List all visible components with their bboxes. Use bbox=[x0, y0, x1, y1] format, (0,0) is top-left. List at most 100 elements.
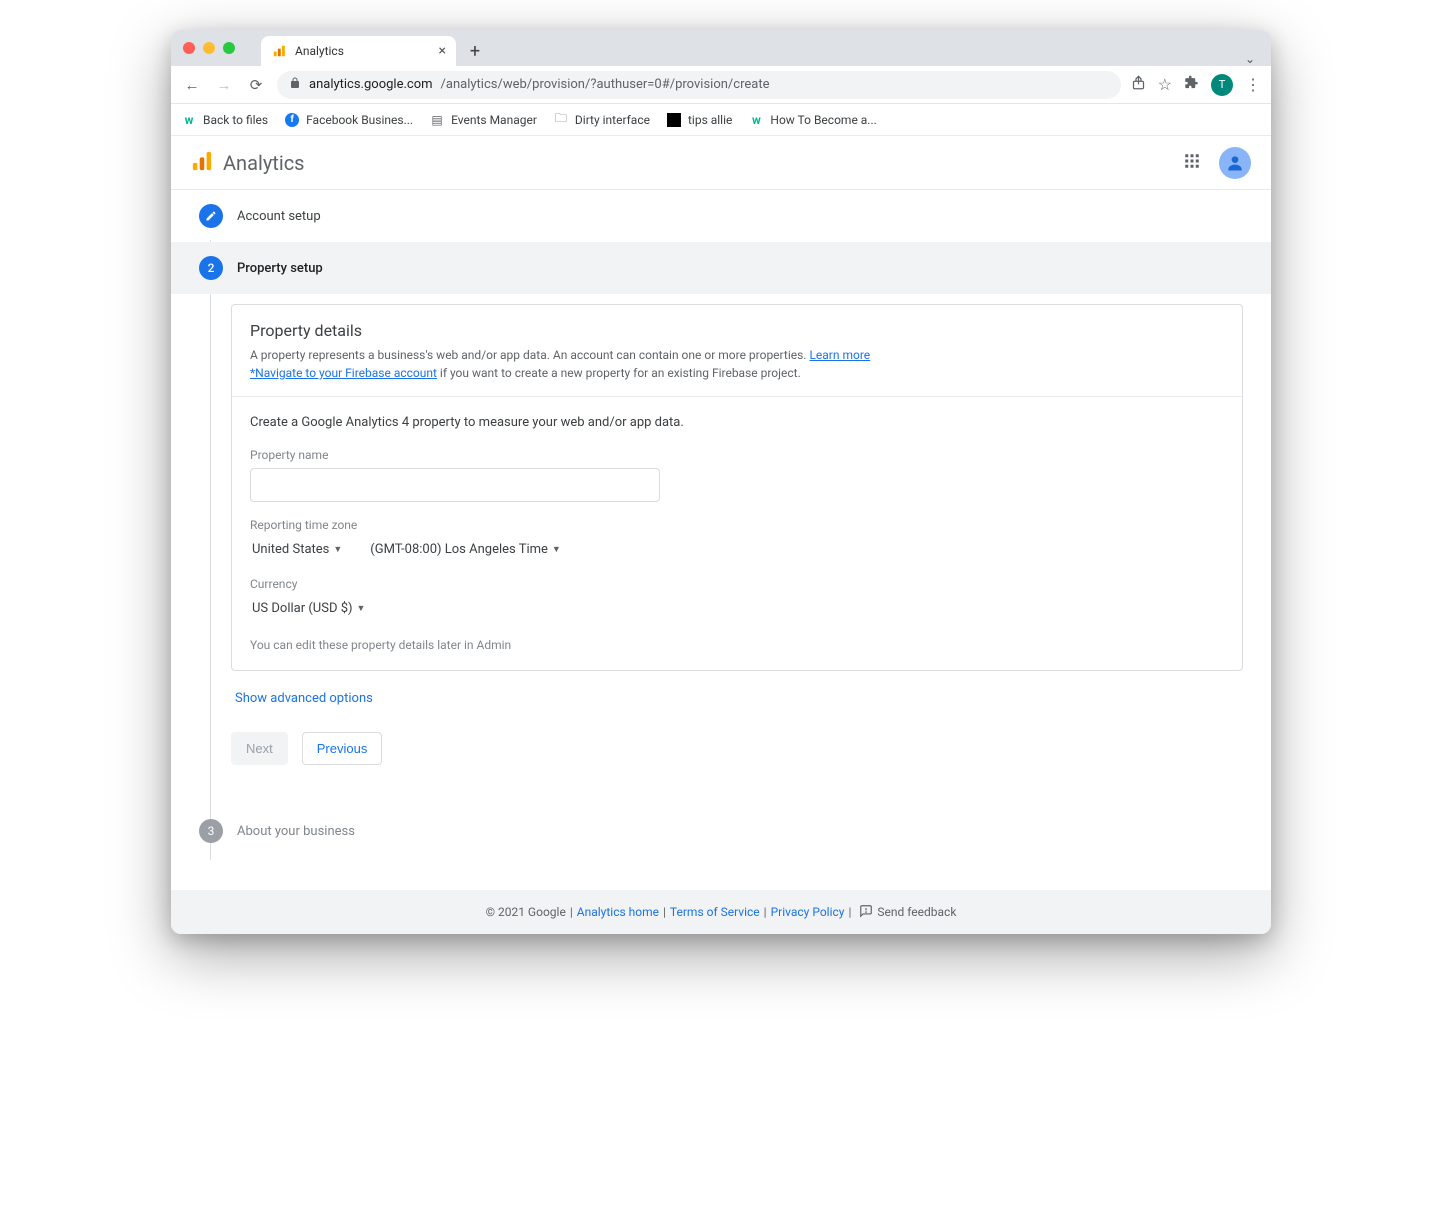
panel-title: Property details bbox=[250, 321, 1224, 340]
window-controls bbox=[183, 42, 235, 54]
account-avatar[interactable] bbox=[1219, 147, 1251, 179]
extensions-icon[interactable] bbox=[1184, 75, 1199, 94]
step-number-icon: 2 bbox=[199, 256, 223, 280]
lock-icon bbox=[289, 77, 301, 93]
select-value: United States bbox=[252, 542, 329, 557]
timezone-select[interactable]: (GMT-08:00) Los Angeles Time ▼ bbox=[368, 538, 563, 561]
chevron-down-icon: ▼ bbox=[333, 544, 342, 555]
footer-separator: | bbox=[663, 905, 666, 919]
bookmark-item[interactable]: w Back to files bbox=[181, 112, 268, 128]
kebab-menu-icon[interactable]: ⋮ bbox=[1245, 75, 1261, 94]
url-bar: ← → ⟳ analytics.google.com/analytics/web… bbox=[171, 66, 1271, 104]
send-feedback-button[interactable]: Send feedback bbox=[859, 904, 956, 921]
app-header: Analytics bbox=[171, 136, 1271, 190]
terms-link[interactable]: Terms of Service bbox=[670, 905, 760, 919]
bookmark-label: How To Become a... bbox=[770, 113, 876, 127]
address-bar[interactable]: analytics.google.com/analytics/web/provi… bbox=[277, 71, 1121, 99]
new-tab-button[interactable]: + bbox=[462, 38, 488, 64]
step-label: Account setup bbox=[237, 209, 321, 224]
url-domain: analytics.google.com bbox=[309, 77, 433, 92]
step-about-business: 3 About your business bbox=[171, 805, 1271, 857]
currency-select[interactable]: US Dollar (USD $) ▼ bbox=[250, 597, 1224, 620]
step-number-icon: 3 bbox=[199, 819, 223, 843]
toolbar-right: ☆ T ⋮ bbox=[1131, 74, 1261, 96]
copyright-text: © 2021 Google bbox=[486, 905, 566, 919]
close-window-icon[interactable] bbox=[183, 42, 195, 54]
setup-wizard: Account setup 2 Property setup Property … bbox=[171, 190, 1271, 890]
footer-separator: | bbox=[848, 905, 851, 919]
browser-window: Analytics × + ⌄ ← → ⟳ analytics.google.c… bbox=[171, 30, 1271, 934]
step-label: Property setup bbox=[237, 261, 323, 276]
browser-tab[interactable]: Analytics × bbox=[261, 36, 456, 66]
step-property-setup[interactable]: 2 Property setup bbox=[171, 242, 1271, 294]
next-button: Next bbox=[231, 732, 288, 765]
show-advanced-link[interactable]: Show advanced options bbox=[235, 691, 1243, 706]
panel-body: Create a Google Analytics 4 property to … bbox=[232, 397, 1242, 670]
firebase-link[interactable]: *Navigate to your Firebase account bbox=[250, 366, 437, 380]
analytics-home-link[interactable]: Analytics home bbox=[577, 905, 659, 919]
profile-avatar[interactable]: T bbox=[1211, 74, 1233, 96]
footer-separator: | bbox=[764, 905, 767, 919]
bookmark-item[interactable]: ▤ Events Manager bbox=[429, 112, 537, 128]
bookmark-label: Facebook Busines... bbox=[306, 113, 413, 127]
bookmarks-bar: w Back to files f Facebook Busines... ▤ Eve… bbox=[171, 104, 1271, 136]
learn-more-link[interactable]: Learn more bbox=[809, 348, 870, 362]
step-done-icon bbox=[199, 204, 223, 228]
tab-title: Analytics bbox=[295, 44, 344, 58]
country-select[interactable]: United States ▼ bbox=[250, 538, 344, 561]
timezone-label: Reporting time zone bbox=[250, 518, 1224, 532]
weblium-icon: w bbox=[748, 112, 764, 128]
tabs-dropdown-icon[interactable]: ⌄ bbox=[1239, 52, 1261, 66]
facebook-icon: f bbox=[284, 112, 300, 128]
analytics-logo-icon bbox=[191, 150, 213, 176]
page-footer: © 2021 Google | Analytics home | Terms o… bbox=[171, 890, 1271, 934]
maximize-window-icon[interactable] bbox=[223, 42, 235, 54]
close-tab-icon[interactable]: × bbox=[439, 43, 446, 59]
folder-icon: 🗀 bbox=[553, 112, 569, 128]
medium-icon bbox=[666, 112, 682, 128]
privacy-link[interactable]: Privacy Policy bbox=[771, 905, 845, 919]
property-name-input[interactable] bbox=[250, 468, 660, 502]
desc-text: if you want to create a new property for… bbox=[437, 366, 801, 380]
minimize-window-icon[interactable] bbox=[203, 42, 215, 54]
bookmark-label: Back to files bbox=[203, 113, 268, 127]
feedback-icon bbox=[859, 904, 873, 921]
bookmark-item[interactable]: f Facebook Busines... bbox=[284, 112, 413, 128]
reload-button[interactable]: ⟳ bbox=[245, 76, 267, 94]
feedback-label: Send feedback bbox=[877, 905, 956, 919]
apps-grid-icon[interactable] bbox=[1183, 152, 1201, 174]
step-label: About your business bbox=[237, 824, 355, 839]
weblium-icon: w bbox=[181, 112, 197, 128]
currency-label: Currency bbox=[250, 577, 1224, 591]
titlebar: Analytics × + ⌄ bbox=[171, 30, 1271, 66]
panel-description: A property represents a business's web a… bbox=[250, 346, 1224, 382]
bookmark-item[interactable]: w How To Become a... bbox=[748, 112, 876, 128]
step-account-setup[interactable]: Account setup bbox=[171, 190, 1271, 242]
previous-button[interactable]: Previous bbox=[302, 732, 383, 765]
forward-button: → bbox=[213, 76, 235, 94]
bookmark-label: Dirty interface bbox=[575, 113, 650, 127]
page-icon: ▤ bbox=[429, 112, 445, 128]
step-connector bbox=[210, 240, 211, 860]
footer-separator: | bbox=[570, 905, 573, 919]
share-icon[interactable] bbox=[1131, 75, 1146, 94]
bookmark-label: Events Manager bbox=[451, 113, 537, 127]
bookmark-star-icon[interactable]: ☆ bbox=[1158, 75, 1172, 94]
property-name-label: Property name bbox=[250, 448, 1224, 462]
bookmark-item[interactable]: 🗀 Dirty interface bbox=[553, 112, 650, 128]
desc-text: A property represents a business's web a… bbox=[250, 348, 809, 362]
chevron-down-icon: ▼ bbox=[357, 603, 366, 614]
lead-text: Create a Google Analytics 4 property to … bbox=[250, 415, 1224, 430]
app-title: Analytics bbox=[223, 151, 305, 175]
bookmark-item[interactable]: tips allie bbox=[666, 112, 732, 128]
chevron-down-icon: ▼ bbox=[552, 544, 561, 555]
back-button[interactable]: ← bbox=[181, 76, 203, 94]
analytics-favicon-icon bbox=[271, 43, 287, 59]
select-value: (GMT-08:00) Los Angeles Time bbox=[370, 542, 548, 557]
panel-header: Property details A property represents a… bbox=[232, 305, 1242, 397]
button-row: Next Previous bbox=[231, 732, 1243, 765]
bookmark-label: tips allie bbox=[688, 113, 732, 127]
property-details-panel: Property details A property represents a… bbox=[231, 304, 1243, 671]
select-value: US Dollar (USD $) bbox=[252, 601, 353, 616]
url-path: /analytics/web/provision/?authuser=0#/pr… bbox=[441, 77, 770, 92]
